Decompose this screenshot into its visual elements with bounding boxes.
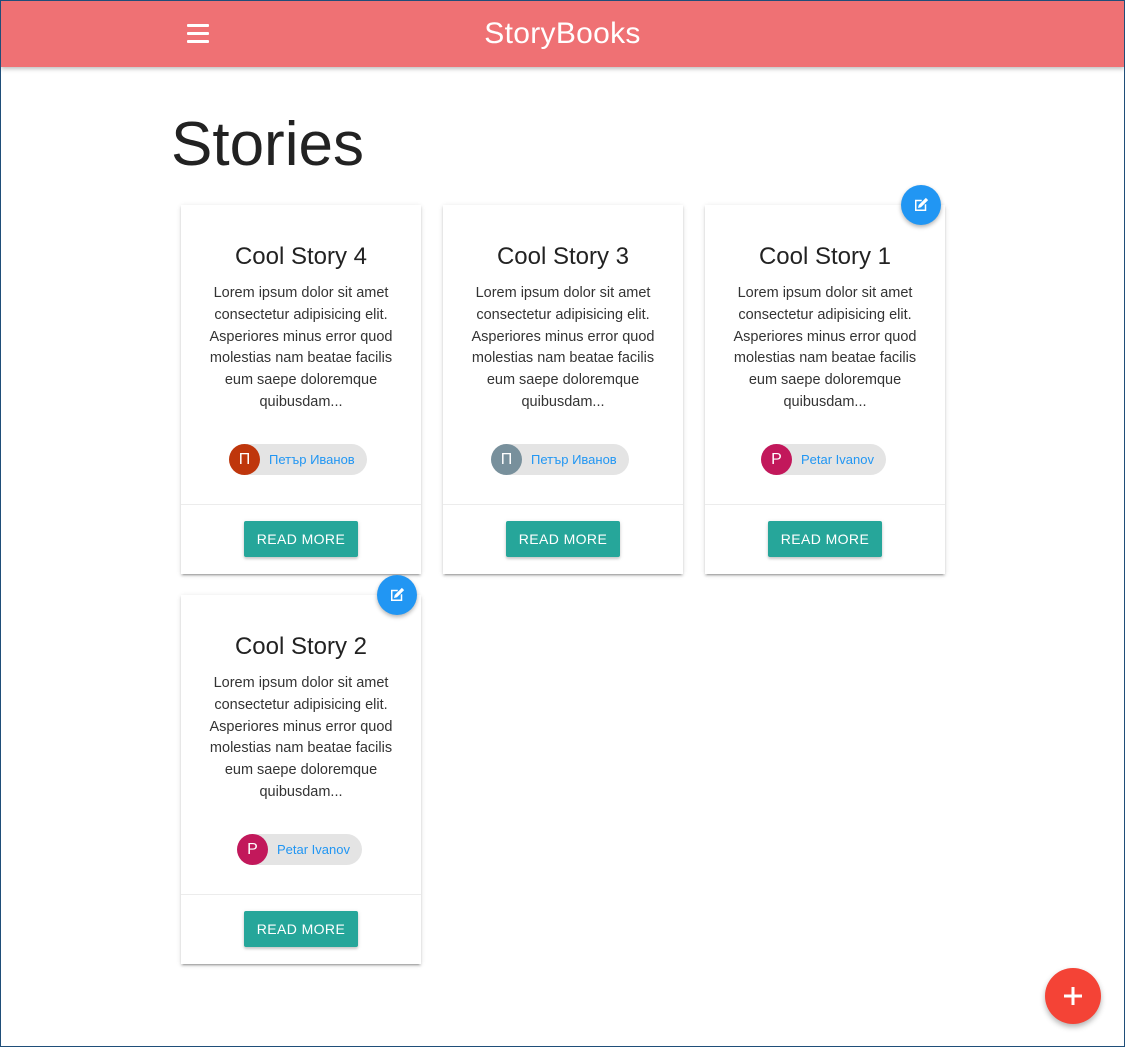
edit-button[interactable] <box>901 185 941 225</box>
story-card: Cool Story 3 Lorem ipsum dolor sit amet … <box>443 205 683 574</box>
author-chip[interactable]: П Петър Иванов <box>491 444 629 475</box>
story-title: Cool Story 1 <box>758 243 892 270</box>
author-name[interactable]: Petar Ivanov <box>801 452 874 467</box>
edit-pencil-icon <box>915 197 929 211</box>
plus-icon <box>1064 987 1082 1005</box>
story-card: Cool Story 1 Lorem ipsum dolor sit amet … <box>705 185 945 574</box>
card-divider <box>705 504 945 505</box>
top-navbar: StoryBooks <box>1 1 1124 67</box>
author-name[interactable]: Petar Ivanov <box>277 842 350 857</box>
card-divider <box>181 504 421 505</box>
app-window: StoryBooks Stories Cool Story 4 Lorem ip… <box>0 0 1125 1047</box>
read-more-button[interactable]: READ MORE <box>768 521 882 557</box>
story-excerpt: Lorem ipsum dolor sit amet consectetur a… <box>733 285 917 410</box>
avatar: P <box>761 444 792 475</box>
story-excerpt: Lorem ipsum dolor sit amet consectetur a… <box>471 285 655 410</box>
avatar: П <box>491 444 522 475</box>
avatar: P <box>237 834 268 865</box>
card-divider <box>443 504 683 505</box>
author-chip[interactable]: P Petar Ivanov <box>761 444 886 475</box>
story-title: Cool Story 3 <box>496 243 630 270</box>
add-story-button[interactable] <box>1045 968 1101 1024</box>
author-chip[interactable]: P Petar Ivanov <box>237 834 362 865</box>
read-more-button[interactable]: READ MORE <box>244 521 358 557</box>
author-name[interactable]: Петър Иванов <box>531 452 617 467</box>
read-more-button[interactable]: READ MORE <box>506 521 620 557</box>
story-excerpt: Lorem ipsum dolor sit amet consectetur a… <box>209 675 393 800</box>
edit-pencil-icon <box>391 587 405 601</box>
author-name[interactable]: Петър Иванов <box>269 452 355 467</box>
avatar: П <box>229 444 260 475</box>
story-title: Cool Story 4 <box>234 243 368 270</box>
card-divider <box>181 894 421 895</box>
brand-logo[interactable]: StoryBooks <box>1 17 1124 51</box>
story-card: Cool Story 4 Lorem ipsum dolor sit amet … <box>181 205 421 574</box>
story-card: Cool Story 2 Lorem ipsum dolor sit amet … <box>181 575 421 964</box>
page-title: Stories <box>171 110 364 179</box>
story-excerpt: Lorem ipsum dolor sit amet consectetur a… <box>209 285 393 410</box>
read-more-button[interactable]: READ MORE <box>244 911 358 947</box>
author-chip[interactable]: П Петър Иванов <box>229 444 367 475</box>
story-title: Cool Story 2 <box>234 633 368 660</box>
edit-button[interactable] <box>377 575 417 615</box>
